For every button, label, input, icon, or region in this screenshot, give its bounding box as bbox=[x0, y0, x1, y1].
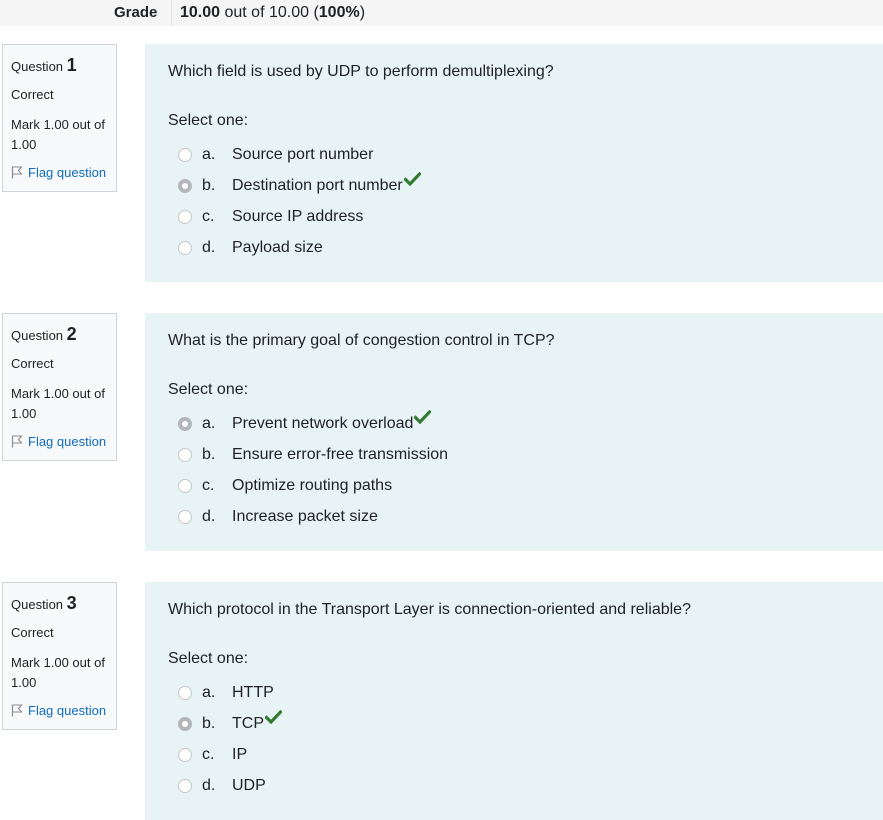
question-number-value: 2 bbox=[66, 324, 77, 344]
select-one-prompt: Select one: bbox=[168, 650, 249, 667]
answer-letter: d. bbox=[202, 507, 216, 525]
answer-text: TCP bbox=[232, 714, 264, 732]
answer-option[interactable]: d. Increase packet size bbox=[168, 501, 883, 532]
answer-radio[interactable] bbox=[178, 716, 192, 731]
check-icon bbox=[413, 409, 433, 429]
answer-text: IP bbox=[232, 745, 248, 763]
question-text: What is the primary goal of congestion c… bbox=[168, 332, 555, 349]
grade-label: Grade bbox=[114, 4, 158, 21]
question-mark: Mark 1.00 out of 1.00 bbox=[11, 117, 105, 152]
flag-icon bbox=[11, 435, 23, 448]
flag-question-label: Flag question bbox=[28, 703, 107, 718]
flag-question-label: Flag question bbox=[28, 165, 107, 180]
grade-out-of: out of 10.00 ( bbox=[220, 4, 319, 21]
answer-radio[interactable] bbox=[178, 209, 192, 224]
answer-text: Prevent network overload bbox=[232, 414, 414, 432]
answer-option[interactable]: a. Source port number bbox=[168, 139, 883, 170]
question-content: Which field is used by UDP to perform de… bbox=[145, 44, 883, 282]
answer-radio[interactable] bbox=[178, 447, 192, 462]
answer-text: Destination port number bbox=[232, 176, 403, 194]
answer-option[interactable]: b. Destination port number bbox=[168, 170, 883, 201]
flag-question-button[interactable]: Flag question bbox=[11, 165, 116, 180]
question-text: Which protocol in the Transport Layer is… bbox=[168, 601, 691, 618]
answer-letter: c. bbox=[202, 476, 215, 494]
flag-icon bbox=[11, 166, 23, 179]
grade-divider bbox=[171, 0, 172, 26]
answer-letter: a. bbox=[202, 145, 216, 163]
answer-letter: b. bbox=[202, 714, 216, 732]
answer-option[interactable]: a. HTTP bbox=[168, 677, 883, 708]
grade-percent: 100% bbox=[318, 4, 360, 21]
answer-radio[interactable] bbox=[178, 147, 192, 162]
question-number: Question 2 bbox=[11, 324, 116, 345]
answer-letter: d. bbox=[202, 776, 216, 794]
grade-close-paren: ) bbox=[359, 4, 366, 21]
flag-question-button[interactable]: Flag question bbox=[11, 434, 116, 449]
answer-text: Payload size bbox=[232, 238, 323, 256]
answer-radio[interactable] bbox=[178, 509, 192, 524]
answer-text: Optimize routing paths bbox=[232, 476, 393, 494]
question-state: Correct bbox=[11, 625, 54, 640]
question-number: Question 1 bbox=[11, 55, 116, 76]
question-number: Question 3 bbox=[11, 593, 116, 614]
answer-option[interactable]: b. Ensure error-free transmission bbox=[168, 439, 883, 470]
answer-letter: b. bbox=[202, 445, 216, 463]
question-mark: Mark 1.00 out of 1.00 bbox=[11, 655, 105, 690]
answer-option[interactable]: d. Payload size bbox=[168, 232, 883, 263]
question-label: Question bbox=[11, 328, 67, 343]
answer-text: UDP bbox=[232, 776, 266, 794]
answer-option[interactable]: b. TCP bbox=[168, 708, 883, 739]
check-icon bbox=[264, 709, 283, 729]
answer-radio[interactable] bbox=[178, 416, 192, 431]
question-mark: Mark 1.00 out of 1.00 bbox=[11, 386, 105, 421]
answer-letter: d. bbox=[202, 238, 216, 256]
check-icon bbox=[403, 171, 422, 191]
flag-icon bbox=[11, 704, 23, 717]
grade-summary-row: Grade 10.00 out of 10.00 (100%) bbox=[0, 0, 883, 26]
answer-text: HTTP bbox=[232, 683, 274, 701]
select-one-prompt: Select one: bbox=[168, 381, 249, 398]
answer-letter: a. bbox=[202, 683, 216, 701]
answer-option[interactable]: c. Source IP address bbox=[168, 201, 883, 232]
answer-radio[interactable] bbox=[178, 178, 192, 193]
answer-radio[interactable] bbox=[178, 685, 192, 700]
answer-option[interactable]: a. Prevent network overload bbox=[168, 408, 883, 439]
question-info-panel: Question 1 Correct Mark 1.00 out of 1.00 Fl… bbox=[2, 44, 117, 192]
question-content: What is the primary goal of congestion c… bbox=[145, 313, 883, 551]
answer-option[interactable]: d. UDP bbox=[168, 770, 883, 801]
answer-letter: c. bbox=[202, 745, 215, 763]
answer-text: Source IP address bbox=[232, 207, 364, 225]
answer-option[interactable]: c. Optimize routing paths bbox=[168, 470, 883, 501]
flag-question-label: Flag question bbox=[28, 434, 107, 449]
grade-value: 10.00 out of 10.00 (100%) bbox=[180, 4, 365, 22]
question-label: Question bbox=[11, 597, 67, 612]
answer-text: Ensure error-free transmission bbox=[232, 445, 449, 463]
answer-text: Increase packet size bbox=[232, 507, 378, 525]
flag-question-button[interactable]: Flag question bbox=[11, 703, 116, 718]
answer-option[interactable]: c. IP bbox=[168, 739, 883, 770]
answer-radio[interactable] bbox=[178, 747, 192, 762]
answer-letter: b. bbox=[202, 176, 216, 194]
question-content: Which protocol in the Transport Layer is… bbox=[145, 582, 883, 820]
grade-score: 10.00 bbox=[180, 4, 221, 21]
question-info-panel: Question 2 Correct Mark 1.00 out of 1.00 Fl… bbox=[2, 313, 117, 461]
answer-radio[interactable] bbox=[178, 778, 192, 793]
question-label: Question bbox=[11, 59, 67, 74]
question-state: Correct bbox=[11, 87, 54, 102]
answer-letter: c. bbox=[202, 207, 215, 225]
question-text: Which field is used by UDP to perform de… bbox=[168, 63, 554, 80]
answer-letter: a. bbox=[202, 414, 216, 432]
answer-radio[interactable] bbox=[178, 478, 192, 493]
question-number-value: 1 bbox=[66, 55, 77, 75]
question-state: Correct bbox=[11, 356, 54, 371]
select-one-prompt: Select one: bbox=[168, 112, 249, 129]
answer-text: Source port number bbox=[232, 145, 374, 163]
question-number-value: 3 bbox=[66, 593, 77, 613]
question-info-panel: Question 3 Correct Mark 1.00 out of 1.00 Fl… bbox=[2, 582, 117, 730]
answer-radio[interactable] bbox=[178, 240, 192, 255]
